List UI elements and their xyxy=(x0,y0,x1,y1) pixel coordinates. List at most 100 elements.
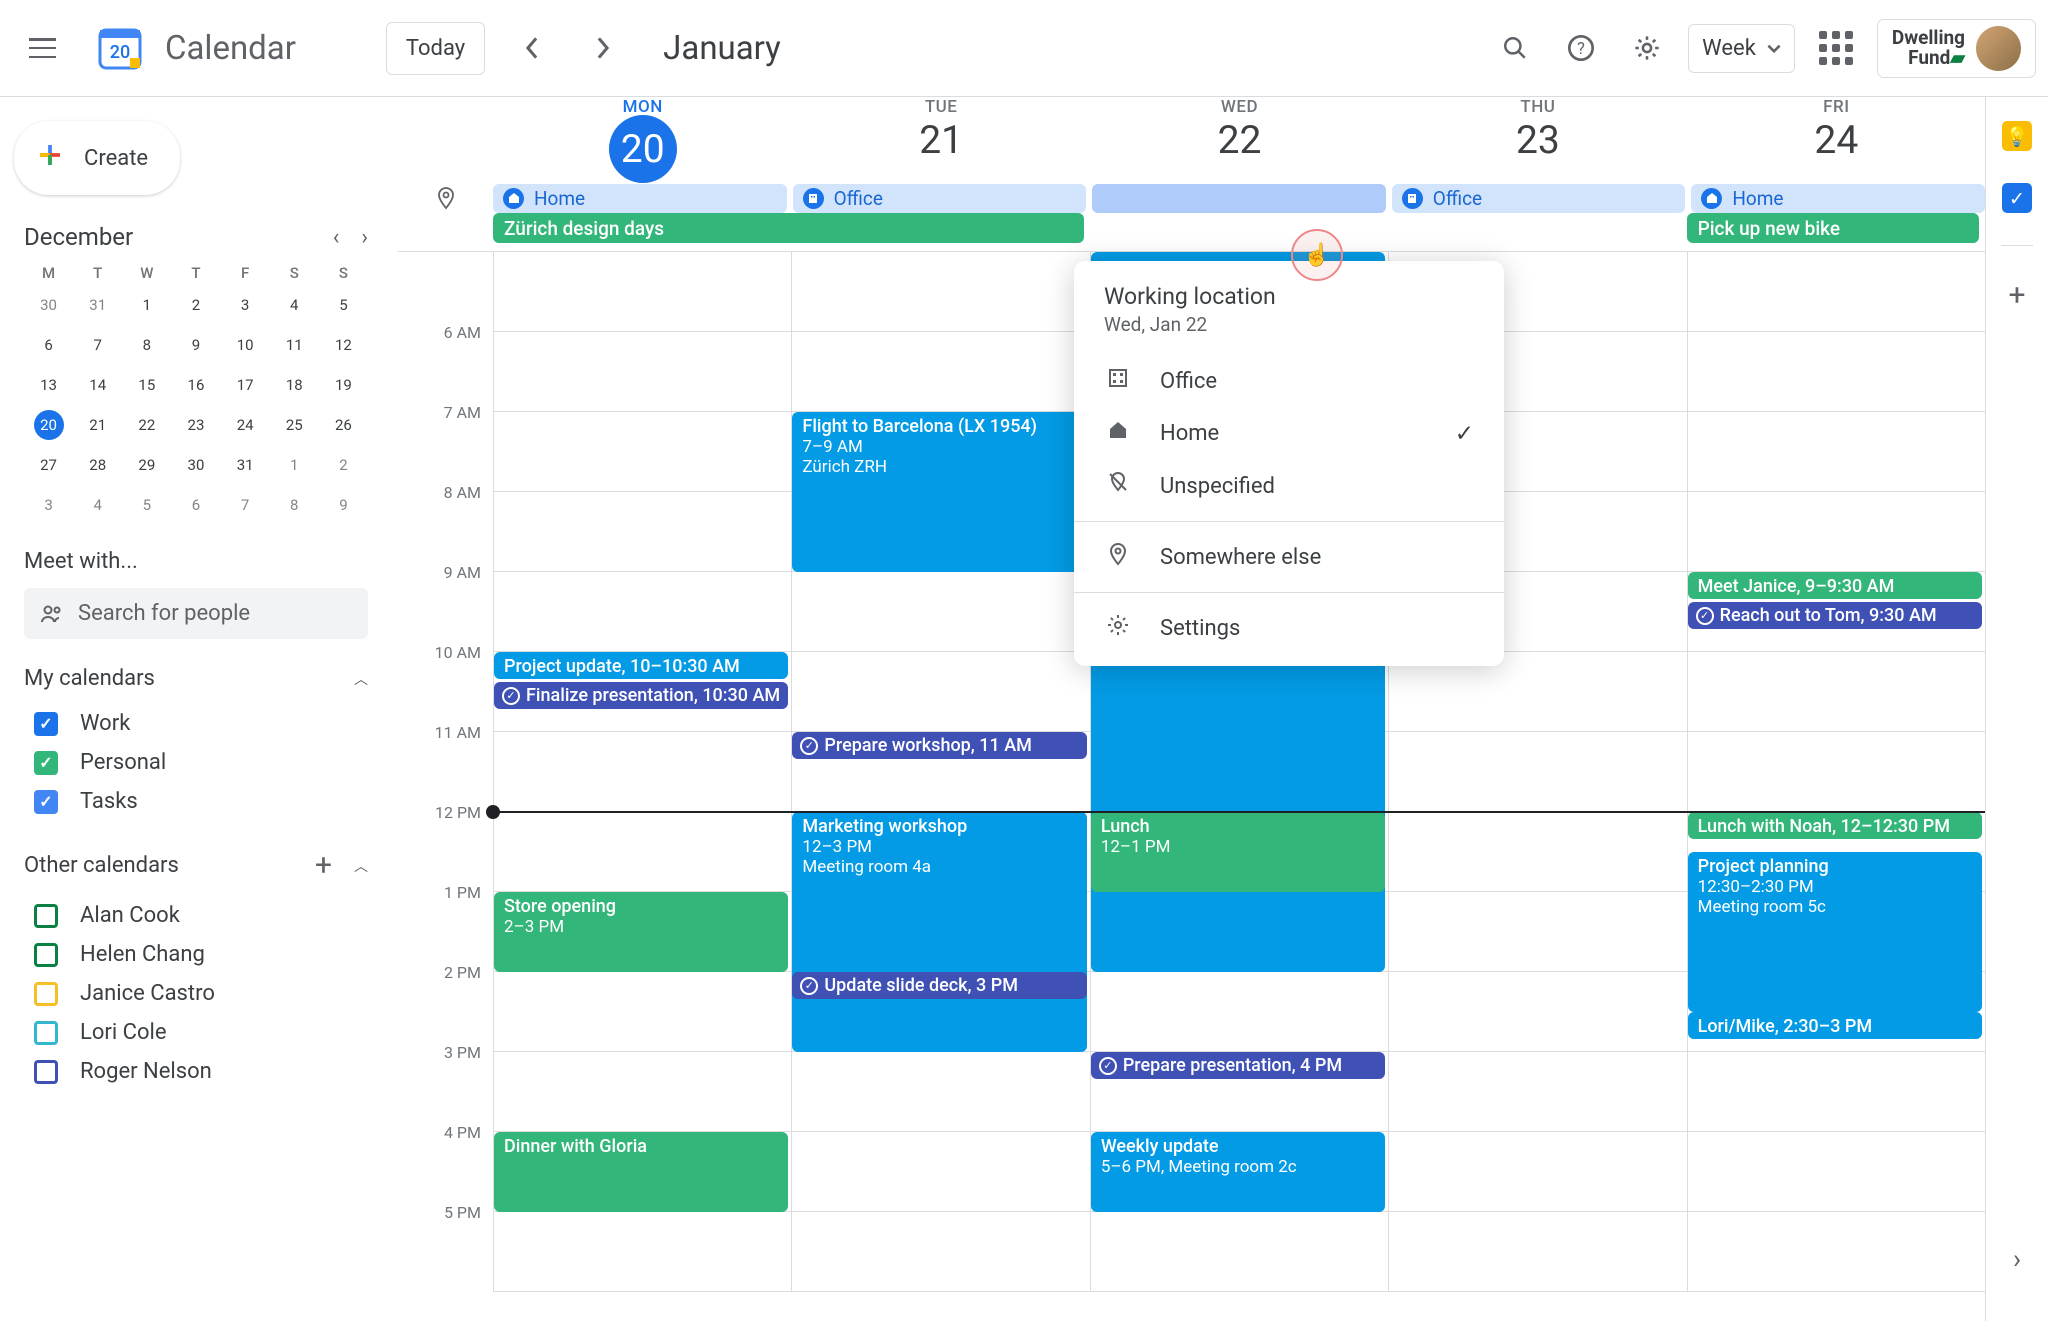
add-calendar-button[interactable]: + xyxy=(315,848,332,883)
calendar-item[interactable]: Lori Cole xyxy=(24,1013,368,1052)
calendar-event[interactable]: Marketing workshop12–3 PMMeeting room 4a xyxy=(792,812,1086,1052)
create-button[interactable]: Create xyxy=(14,121,180,195)
user-avatar[interactable] xyxy=(1976,26,2021,71)
working-location-chip[interactable]: Office xyxy=(1392,184,1686,213)
google-apps-button[interactable] xyxy=(1811,23,1861,73)
mini-day[interactable]: 18 xyxy=(270,370,319,400)
mini-day[interactable]: 1 xyxy=(122,290,171,320)
task-event[interactable]: Update slide deck, 3 PM xyxy=(792,972,1086,999)
mini-day[interactable]: 19 xyxy=(319,370,368,400)
mini-day[interactable]: 23 xyxy=(171,410,220,440)
add-addon-button[interactable]: + xyxy=(2008,278,2025,313)
tasks-icon[interactable]: ✓ xyxy=(2002,183,2032,213)
task-event[interactable]: Prepare presentation, 4 PM xyxy=(1091,1052,1385,1079)
task-event[interactable]: Reach out to Tom, 9:30 AM xyxy=(1688,602,1982,629)
working-location-chip[interactable] xyxy=(1092,184,1386,213)
mini-day[interactable]: 6 xyxy=(171,490,220,520)
calendar-item[interactable]: Work xyxy=(24,704,368,743)
popup-option-unspecified[interactable]: Unspecified xyxy=(1074,459,1504,513)
next-period-button[interactable] xyxy=(579,24,627,72)
calendar-item[interactable]: Personal xyxy=(24,743,368,782)
mini-cal-prev[interactable]: ‹ xyxy=(333,225,340,250)
mini-day[interactable]: 3 xyxy=(221,290,270,320)
mini-day[interactable]: 8 xyxy=(122,330,171,360)
mini-day[interactable]: 22 xyxy=(122,410,171,440)
day-header[interactable]: TUE21 xyxy=(791,97,1089,172)
mini-day[interactable]: 28 xyxy=(73,450,122,480)
mini-day[interactable]: 9 xyxy=(171,330,220,360)
calendar-event[interactable]: Weekly update5–6 PM, Meeting room 2c xyxy=(1091,1132,1385,1212)
mini-day[interactable]: 15 xyxy=(122,370,171,400)
mini-day[interactable]: 26 xyxy=(319,410,368,440)
prev-period-button[interactable] xyxy=(508,24,556,72)
mini-day[interactable]: 12 xyxy=(319,330,368,360)
mini-day[interactable]: 5 xyxy=(122,490,171,520)
mini-day[interactable]: 2 xyxy=(319,450,368,480)
support-button[interactable]: ? xyxy=(1556,23,1606,73)
task-event[interactable]: Prepare workshop, 11 AM xyxy=(792,732,1086,759)
calendar-checkbox[interactable] xyxy=(34,1021,58,1045)
calendar-event[interactable]: Lunch12–1 PM xyxy=(1091,812,1385,892)
other-calendars-toggle[interactable]: Other calendars +︿ xyxy=(24,848,368,883)
mini-cal-next[interactable]: › xyxy=(361,225,368,250)
mini-day[interactable]: 2 xyxy=(171,290,220,320)
working-location-chip[interactable]: Home xyxy=(1691,184,1985,213)
my-calendars-toggle[interactable]: My calendars ︿ xyxy=(24,666,368,691)
day-header[interactable]: THU23 xyxy=(1388,97,1686,172)
mini-day[interactable]: 31 xyxy=(73,290,122,320)
day-header[interactable]: MON20 xyxy=(493,97,791,172)
calendar-checkbox[interactable] xyxy=(34,982,58,1006)
org-badge[interactable]: DwellingFund▰ xyxy=(1877,19,2036,78)
mini-day[interactable]: 10 xyxy=(221,330,270,360)
calendar-event[interactable]: Store opening2–3 PM xyxy=(494,892,788,972)
mini-day[interactable]: 9 xyxy=(319,490,368,520)
calendar-checkbox[interactable] xyxy=(34,1060,58,1084)
calendar-item[interactable]: Roger Nelson xyxy=(24,1052,368,1091)
calendar-event[interactable]: Meet Janice, 9–9:30 AM xyxy=(1688,572,1982,599)
main-menu-button[interactable] xyxy=(12,18,72,78)
calendar-item[interactable]: Helen Chang xyxy=(24,935,368,974)
mini-day[interactable]: 29 xyxy=(122,450,171,480)
day-column[interactable]: Meet Janice, 9–9:30 AM Reach out to Tom, … xyxy=(1687,252,1985,1292)
popup-option-home[interactable]: Home✓ xyxy=(1074,407,1504,459)
today-button[interactable]: Today xyxy=(386,22,485,75)
settings-button[interactable] xyxy=(1622,23,1672,73)
day-header[interactable]: FRI24 xyxy=(1687,97,1985,172)
mini-day[interactable]: 1 xyxy=(270,450,319,480)
mini-day[interactable]: 7 xyxy=(73,330,122,360)
mini-day[interactable]: 24 xyxy=(221,410,270,440)
calendar-checkbox[interactable] xyxy=(34,790,58,814)
task-event[interactable]: Finalize presentation, 10:30 AM xyxy=(494,682,788,709)
hide-side-panel-button[interactable]: › xyxy=(2013,1243,2021,1297)
mini-day[interactable]: 20 xyxy=(24,410,73,440)
mini-day[interactable]: 16 xyxy=(171,370,220,400)
mini-day[interactable]: 4 xyxy=(270,290,319,320)
calendar-item[interactable]: Janice Castro xyxy=(24,974,368,1013)
calendar-event[interactable]: Project planning12:30–2:30 PMMeeting roo… xyxy=(1688,852,1982,1012)
mini-day[interactable]: 7 xyxy=(221,490,270,520)
calendar-event[interactable]: Lori/Mike, 2:30–3 PM xyxy=(1688,1012,1982,1039)
popup-option-somewhere-else[interactable]: Somewhere else xyxy=(1074,530,1504,584)
mini-day[interactable]: 14 xyxy=(73,370,122,400)
calendar-checkbox[interactable] xyxy=(34,712,58,736)
mini-day[interactable]: 30 xyxy=(24,290,73,320)
working-location-chip[interactable]: Home xyxy=(493,184,787,213)
mini-day[interactable]: 8 xyxy=(270,490,319,520)
mini-day[interactable]: 30 xyxy=(171,450,220,480)
mini-day[interactable]: 3 xyxy=(24,490,73,520)
view-selector[interactable]: Week xyxy=(1688,24,1795,73)
calendar-checkbox[interactable] xyxy=(34,943,58,967)
mini-day[interactable]: 21 xyxy=(73,410,122,440)
day-header[interactable]: WED22 xyxy=(1090,97,1388,172)
calendar-event[interactable]: Dinner with Gloria xyxy=(494,1132,788,1212)
mini-day[interactable]: 31 xyxy=(221,450,270,480)
allday-event[interactable]: Pick up new bike xyxy=(1687,213,1979,243)
day-column[interactable]: Project update, 10–10:30 AMFinalize pres… xyxy=(493,252,791,1292)
working-location-chip[interactable]: Office xyxy=(793,184,1087,213)
search-button[interactable] xyxy=(1490,23,1540,73)
calendar-item[interactable]: Alan Cook xyxy=(24,896,368,935)
calendar-checkbox[interactable] xyxy=(34,751,58,775)
allday-event[interactable]: Zürich design days xyxy=(493,213,1084,243)
mini-day[interactable]: 17 xyxy=(221,370,270,400)
mini-day[interactable]: 6 xyxy=(24,330,73,360)
